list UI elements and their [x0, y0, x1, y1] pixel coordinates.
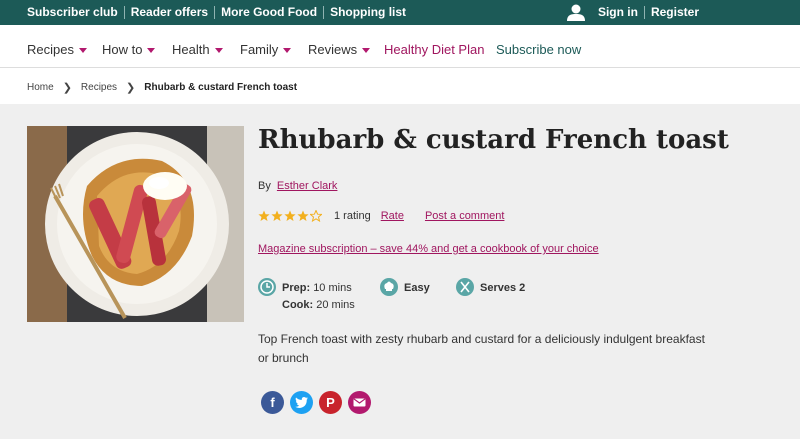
star-icon — [271, 210, 283, 221]
nav-subscribe-now[interactable]: Subscribe now — [496, 42, 581, 57]
reader-offers-link[interactable]: Reader offers — [123, 6, 214, 19]
nav-health[interactable]: Health — [172, 42, 223, 57]
clock-icon — [258, 278, 276, 296]
nav-how-to[interactable]: How to — [102, 42, 156, 57]
nav-recipes-label: Recipes — [27, 42, 74, 57]
breadcrumb-home[interactable]: Home — [27, 82, 54, 93]
byline: By Esther Clark — [258, 180, 337, 192]
top-links: Subscriber club Reader offers More Good … — [27, 6, 412, 19]
rating-count: 1 rating — [334, 210, 371, 222]
chevron-down-icon — [147, 47, 156, 53]
nav-healthy-diet-plan[interactable]: Healthy Diet Plan — [384, 42, 484, 57]
nav-family-label: Family — [240, 42, 279, 57]
prep-label: Prep: — [282, 282, 311, 294]
chef-hat-icon — [380, 278, 398, 296]
chevron-down-icon — [362, 47, 371, 53]
cook-value: 20 mins — [316, 299, 355, 311]
recipe-facts: Prep: 10 mins Cook: 20 mins Easy Serves … — [258, 278, 558, 314]
servings: Serves 2 — [480, 282, 526, 294]
breadcrumb: Home ❯ Recipes ❯ Rhubarb & custard Frenc… — [0, 68, 800, 104]
user-icon — [566, 4, 585, 21]
recipe-title: Rhubarb & custard French toast — [258, 125, 729, 155]
chevron-right-icon: ❯ — [126, 82, 136, 94]
author-link[interactable]: Esther Clark — [277, 180, 338, 192]
cook-label: Cook: — [282, 299, 314, 311]
cook-time: Cook: 20 mins — [282, 299, 355, 311]
breadcrumb-recipes[interactable]: Recipes — [81, 82, 117, 93]
chevron-down-icon — [214, 47, 223, 53]
byline-prefix: By — [258, 180, 271, 192]
main-nav: Recipes How to Health Family Reviews Hea… — [0, 25, 800, 68]
prep-value: 10 mins — [313, 282, 352, 294]
nav-reviews-label: Reviews — [308, 42, 358, 57]
nav-how-to-label: How to — [102, 42, 143, 57]
share-buttons: f P — [261, 391, 377, 414]
more-good-food-link[interactable]: More Good Food — [214, 6, 323, 19]
prep-time: Prep: 10 mins — [282, 282, 352, 294]
top-bar: Subscriber club Reader offers More Good … — [0, 0, 800, 25]
chevron-down-icon — [283, 47, 292, 53]
shopping-list-link[interactable]: Shopping list — [323, 6, 412, 19]
star-rating[interactable] — [258, 210, 323, 222]
chevron-down-icon — [78, 47, 87, 53]
star-icon — [284, 210, 296, 221]
post-comment-link[interactable]: Post a comment — [425, 210, 504, 222]
magazine-promo-link[interactable]: Magazine subscription – save 44% and get… — [258, 243, 599, 255]
register-link[interactable]: Register — [643, 6, 705, 19]
recipe-description: Top French toast with zesty rhubarb and … — [258, 332, 705, 365]
rating-row: 1 rating Rate Post a comment — [258, 210, 504, 222]
account-links: Sign in Register — [566, 4, 705, 21]
cutlery-icon — [456, 278, 474, 296]
breadcrumb-current: Rhubarb & custard French toast — [144, 82, 298, 93]
star-icon — [258, 210, 270, 221]
rate-link[interactable]: Rate — [381, 210, 404, 222]
nav-health-label: Health — [172, 42, 210, 57]
nav-family[interactable]: Family — [240, 42, 292, 57]
pinterest-icon[interactable]: P — [319, 391, 342, 414]
twitter-icon[interactable] — [290, 391, 313, 414]
star-empty-icon — [310, 210, 322, 222]
chevron-right-icon: ❯ — [62, 82, 72, 94]
facebook-icon[interactable]: f — [261, 391, 284, 414]
recipe-image — [27, 126, 244, 322]
subscriber-club-link[interactable]: Subscriber club — [27, 6, 124, 19]
email-icon[interactable] — [348, 391, 371, 414]
difficulty: Easy — [404, 282, 430, 294]
nav-reviews[interactable]: Reviews — [308, 42, 371, 57]
star-icon — [297, 210, 309, 221]
nav-recipes[interactable]: Recipes — [27, 42, 87, 57]
sign-in-link[interactable]: Sign in — [592, 6, 644, 19]
